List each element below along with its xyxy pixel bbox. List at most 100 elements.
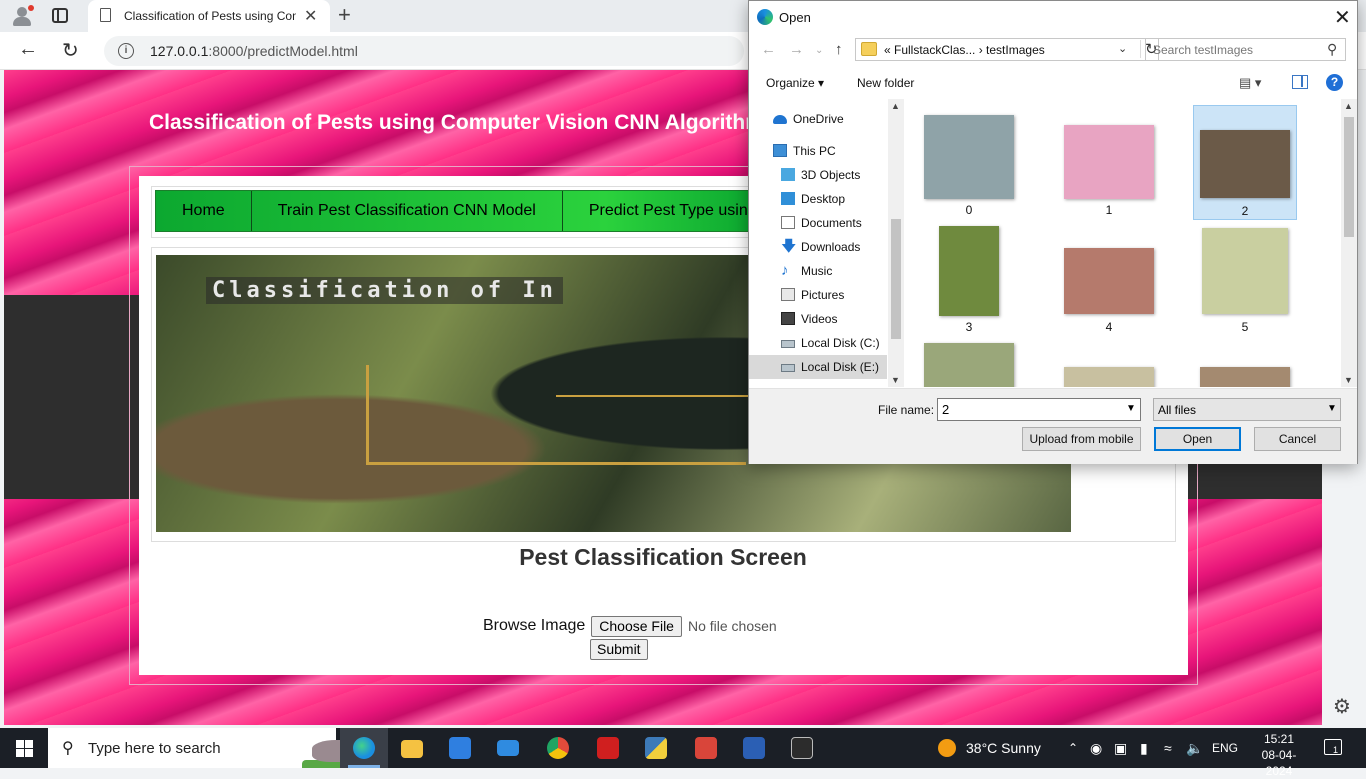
file-item[interactable]: 3 [917,222,1021,337]
dialog-title: Open [779,10,811,25]
file-item[interactable]: 1 [1057,105,1161,220]
taskbar-edge-icon[interactable] [340,728,388,768]
taskbar-store-icon[interactable] [436,728,484,768]
recent-locations-icon[interactable]: ⌄ [815,45,823,56]
nav-item-local-disk-c[interactable]: Local Disk (C:) [749,331,887,355]
new-folder-button[interactable]: New folder [857,76,914,90]
scroll-up-icon[interactable]: ▲ [1344,101,1353,111]
clock-date: 08-04-2024 [1261,748,1297,778]
menu-item-train-model[interactable]: Train Pest Classification CNN Model [252,191,563,231]
nav-item-documents[interactable]: Documents [749,211,887,235]
nav-item-downloads[interactable]: 🡇 Downloads [749,235,887,259]
search-input[interactable]: Search testImages ⚲ [1145,38,1346,61]
nav-item-3d-objects[interactable]: 3D Objects [749,163,887,187]
nav-item-pictures[interactable]: Pictures [749,283,887,307]
browse-row: Browse Image Choose File No file chosen [483,615,777,637]
taskbar-chrome-icon[interactable] [534,728,582,768]
scroll-down-icon[interactable]: ▼ [1344,375,1353,385]
taskbar-search[interactable]: ⚲ Type here to search [48,728,382,768]
scroll-thumb[interactable] [891,219,901,339]
scroll-down-icon[interactable]: ▼ [891,375,900,385]
file-item[interactable] [917,339,1021,387]
nav-item-desktop[interactable]: Desktop [749,187,887,211]
taskbar-paint-icon[interactable] [682,728,730,768]
file-name: 3 [965,320,973,334]
music-icon: ♪ [781,262,789,279]
close-icon[interactable]: ✕ [1334,5,1351,30]
upload-from-mobile-button[interactable]: Upload from mobile [1022,427,1141,451]
profile-icon[interactable] [10,5,34,27]
language-indicator[interactable]: ENG [1212,728,1238,768]
taskbar-file-explorer-icon[interactable] [388,728,436,768]
chevron-down-icon[interactable]: ▼ [1126,403,1136,414]
chevron-down-icon[interactable]: ⌄ [1118,42,1127,55]
back-arrow-icon[interactable]: ← [761,41,776,58]
browser-tab[interactable]: Classification of Pests using Com ✕ [88,0,330,32]
weather-text[interactable]: 38°C Sunny [966,728,1041,768]
file-item[interactable]: 4 [1057,222,1161,337]
forward-arrow-icon[interactable]: → [789,41,804,58]
nav-item-this-pc[interactable]: This PC [749,139,887,163]
url-field[interactable]: i 127.0.0.1:8000/predictModel.html [104,36,744,66]
taskbar-word-icon[interactable] [730,728,778,768]
new-tab-button[interactable]: + [338,2,351,28]
desktop-icon [781,192,795,205]
taskbar-mail-icon[interactable] [484,728,532,768]
file-type-select[interactable]: All files ▼ [1153,398,1341,421]
breadcrumb-item[interactable]: FullstackClas... [894,43,975,57]
notification-count: 1 [1333,745,1339,755]
gear-icon[interactable]: ⚙ [1333,694,1351,719]
back-arrow-icon[interactable]: ← [18,38,38,61]
nav-item-videos[interactable]: Videos [749,307,887,331]
taskbar-python-icon[interactable] [632,728,680,768]
file-item[interactable]: 5 [1193,222,1297,337]
submit-button[interactable]: Submit [590,639,648,660]
show-hidden-icons-chevron-icon[interactable]: ⌃ [1068,728,1078,768]
video-camera-icon[interactable]: ▣ [1114,728,1127,768]
nav-item-music[interactable]: ♪ Music [749,259,887,283]
file-list-scrollbar[interactable]: ▲ ▼ [1341,99,1357,387]
cancel-button[interactable]: Cancel [1254,427,1341,451]
file-name: 4 [1105,320,1113,334]
notification-center-icon[interactable]: 1 [1324,739,1342,755]
file-item-selected[interactable]: 2 [1193,105,1297,220]
battery-icon[interactable]: ▮ [1140,728,1148,768]
windows-start-icon[interactable] [16,740,33,757]
file-item[interactable] [1193,339,1297,387]
tab-actions-icon[interactable] [52,8,68,23]
site-info-icon[interactable]: i [118,43,134,59]
taskbar: ⚲ Type here to search 38°C Sunny ⌃ ◉ ▣ ▮… [0,728,1366,778]
nav-item-onedrive[interactable]: OneDrive [749,107,887,131]
volume-icon[interactable]: 🔈 [1186,728,1203,768]
breadcrumb[interactable]: « FullstackClas... › testImages ⌄ ↻ [855,38,1159,61]
taskbar-acrobat-icon[interactable] [584,728,632,768]
open-button[interactable]: Open [1154,427,1241,451]
weather-sun-icon [938,739,956,757]
dialog-titlebar: Open ✕ [749,1,1357,33]
file-thumbnail [924,115,1014,199]
record-icon[interactable]: ◉ [1090,728,1102,768]
help-icon[interactable]: ? [1326,74,1343,91]
breadcrumb-item[interactable]: testImages [986,43,1045,57]
scroll-up-icon[interactable]: ▲ [891,101,900,111]
organize-button[interactable]: Organize ▾ [766,76,824,90]
up-arrow-icon[interactable]: ↑ [835,41,843,58]
system-clock[interactable]: 15:21 08-04-2024 [1249,731,1309,779]
wifi-icon[interactable]: ≈ [1164,728,1172,768]
file-item[interactable]: 0 [917,105,1021,220]
reload-icon[interactable]: ↻ [62,38,79,63]
preview-pane-icon[interactable] [1292,75,1308,89]
choose-file-button[interactable]: Choose File [591,615,682,637]
file-name-input[interactable]: 2 ▼ [937,398,1141,421]
taskbar-terminal-icon[interactable] [778,728,826,768]
file-thumbnail [1202,228,1288,314]
nav-scrollbar[interactable]: ▲ ▼ [888,99,904,387]
chevron-down-icon[interactable]: ▼ [1327,403,1337,414]
nav-item-local-disk-e[interactable]: Local Disk (E:) [749,355,887,379]
view-options-icon[interactable]: ▤ ▾ [1239,75,1261,91]
close-tab-icon[interactable]: ✕ [304,6,317,26]
file-thumbnail [1064,125,1154,199]
scroll-thumb[interactable] [1344,117,1354,237]
file-item[interactable] [1057,339,1161,387]
menu-item-home[interactable]: Home [156,191,252,231]
